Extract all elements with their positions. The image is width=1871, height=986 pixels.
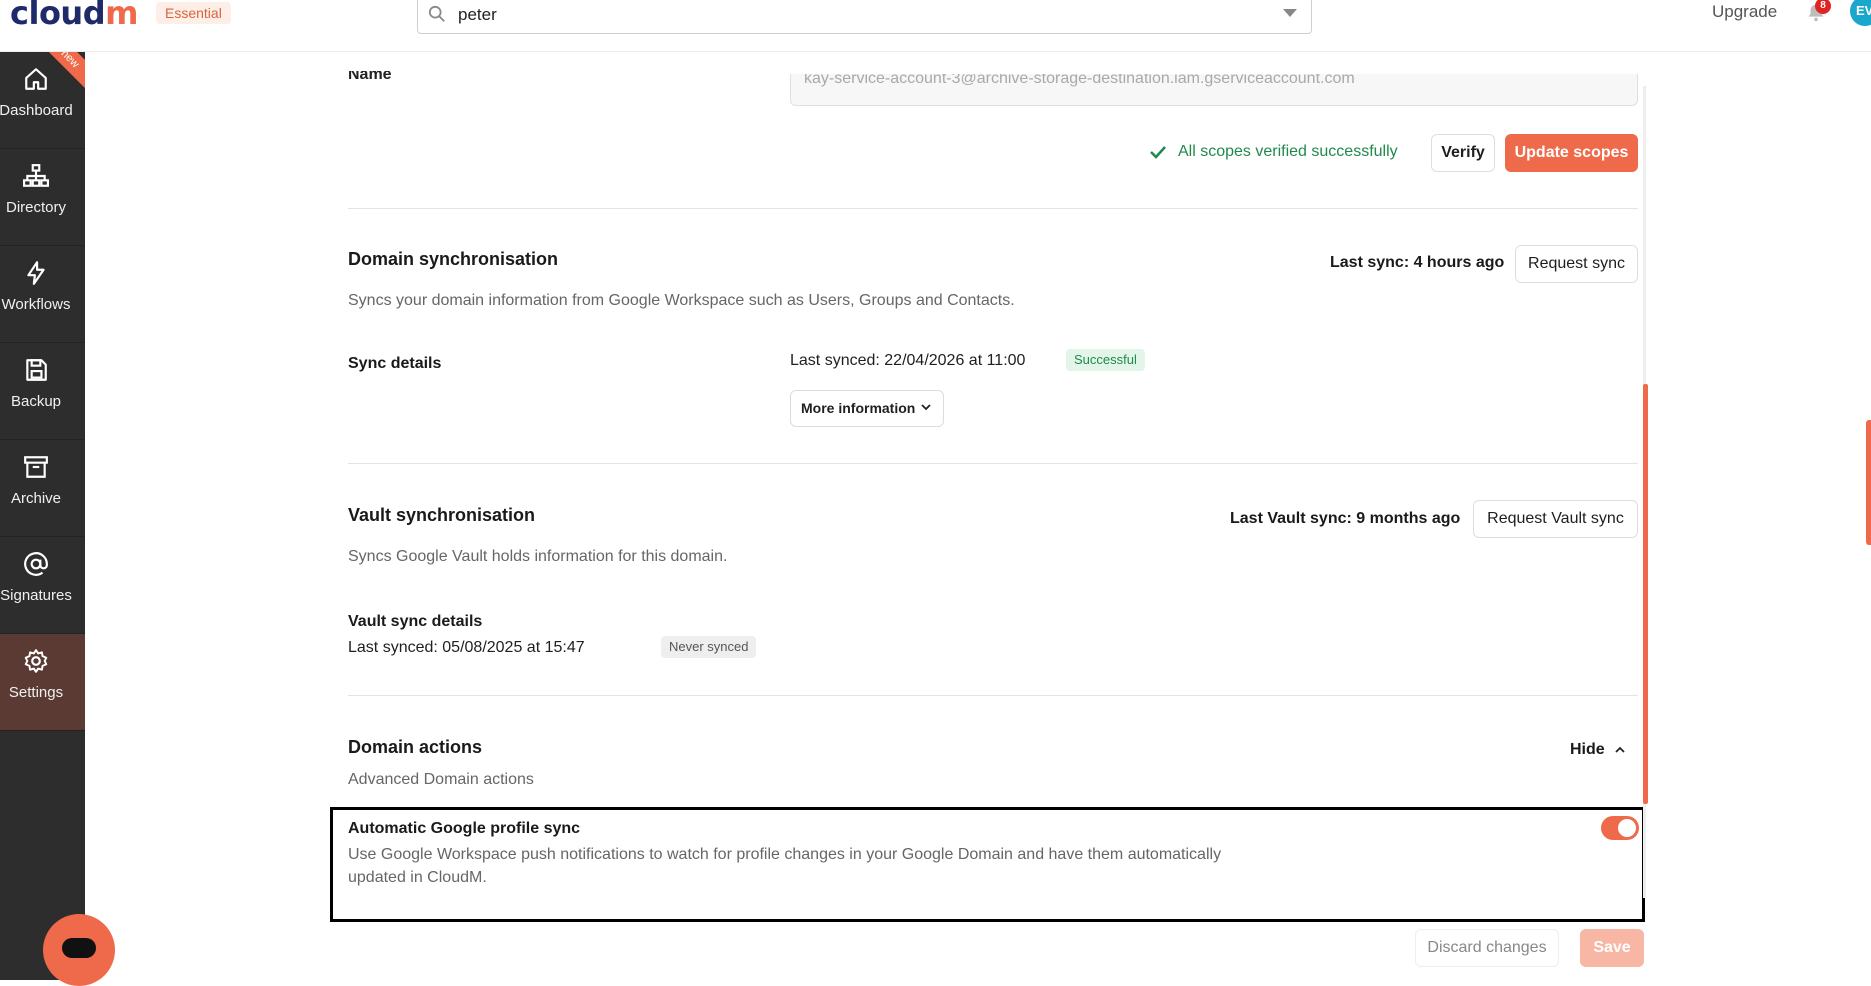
sidebar-item-label: Signatures (0, 587, 72, 604)
sidebar-item-signatures[interactable]: Signatures (0, 537, 85, 634)
domain-sync-title: Domain synchronisation (348, 249, 559, 269)
sidebar-item-settings[interactable]: Settings (0, 634, 85, 731)
toggle-knob (1618, 819, 1636, 837)
search-value: peter (458, 5, 497, 24)
at-icon (24, 552, 48, 576)
vault-sync-details-label: Vault sync details (348, 613, 483, 630)
auto-profile-sync-description-cont: updated in CloudM. (348, 869, 487, 886)
notification-count-badge: 8 (1815, 0, 1831, 14)
domain-last-sync: Last sync: 4 hours ago (1330, 254, 1505, 271)
archive-box-icon (24, 456, 48, 478)
status-badge: Never synced (661, 636, 757, 658)
sidebar: new Dashboard Directory Workflows Backup… (0, 52, 85, 980)
sidebar-item-label: Backup (10, 393, 62, 410)
service-account-name-field[interactable]: kay-service-account-3@archive-storage-de… (790, 74, 1638, 106)
sidebar-item-label: Dashboard (0, 102, 73, 119)
chat-button[interactable] (43, 914, 115, 986)
domain-actions-title: Domain actions (348, 737, 483, 757)
vault-sync-description: Syncs Google Vault holds information for… (348, 548, 728, 565)
search-input[interactable]: peter (417, 0, 1312, 34)
service-account-name-label: Name (348, 71, 392, 83)
sidebar-item-directory[interactable]: Directory (0, 149, 85, 246)
sync-details-label: Sync details (348, 355, 442, 372)
domain-sync-description: Syncs your domain information from Googl… (348, 292, 1015, 309)
sidebar-item-dashboard[interactable]: new Dashboard (0, 52, 85, 149)
verify-button[interactable]: Verify (1431, 134, 1495, 172)
divider (348, 695, 1638, 696)
lightning-icon (27, 261, 45, 285)
cloudm-logo[interactable]: cloudm (10, 0, 138, 32)
chevron-down-icon[interactable] (1283, 9, 1297, 17)
auto-profile-sync-title: Automatic Google profile sync (348, 820, 581, 837)
auto-profile-sync-toggle[interactable] (1601, 816, 1639, 840)
top-bar: cloudm Essential peter Upgrade 8 EV (0, 0, 1871, 52)
plan-badge: Essential (156, 2, 231, 24)
save-icon (26, 359, 47, 381)
sidebar-item-label: Settings (8, 684, 64, 701)
domain-last-synced: Last synced: 22/04/2026 at 11:00 (790, 352, 1026, 369)
sidebar-item-workflows[interactable]: Workflows (0, 246, 85, 343)
home-icon (25, 68, 47, 90)
vault-sync-title: Vault synchronisation (348, 505, 536, 525)
vault-last-sync: Last Vault sync: 9 months ago (1230, 510, 1461, 527)
upgrade-link[interactable]: Upgrade (1712, 2, 1777, 22)
scopes-verified-message: All scopes verified successfully (1178, 143, 1398, 160)
discard-changes-button[interactable]: Discard changes (1415, 929, 1559, 967)
request-sync-button[interactable]: Request sync (1515, 245, 1638, 283)
side-panel-handle[interactable] (1866, 420, 1871, 545)
sidebar-item-backup[interactable]: Backup (0, 343, 85, 440)
request-vault-sync-button[interactable]: Request Vault sync (1473, 500, 1638, 538)
divider (348, 463, 1638, 464)
more-information-button[interactable]: More information (790, 390, 944, 427)
sidebar-item-label: Directory (5, 199, 66, 216)
sitemap-icon (23, 164, 49, 187)
sidebar-item-archive[interactable]: Archive (0, 440, 85, 537)
search-icon (428, 5, 445, 22)
chevron-down-icon (921, 404, 931, 411)
chevron-up-icon[interactable] (1614, 744, 1626, 756)
domain-actions-description: Advanced Domain actions (348, 771, 534, 788)
divider (348, 208, 1638, 209)
vault-last-synced: Last synced: 05/08/2025 at 15:47 (348, 639, 585, 656)
chat-bubble-icon (62, 938, 96, 958)
update-scopes-button[interactable]: Update scopes (1505, 134, 1638, 172)
avatar[interactable]: EV (1850, 0, 1871, 26)
scrollbar-thumb[interactable] (1643, 384, 1648, 804)
checkmark-icon (1150, 146, 1166, 159)
sidebar-item-label: Workflows (1, 296, 71, 313)
gear-icon (24, 649, 48, 673)
auto-profile-sync-description: Use Google Workspace push notifications … (348, 846, 1222, 863)
status-badge: Successful (1066, 349, 1145, 371)
sidebar-item-label: Archive (10, 490, 62, 507)
save-button[interactable]: Save (1580, 929, 1644, 967)
hide-toggle[interactable]: Hide (1570, 741, 1605, 759)
